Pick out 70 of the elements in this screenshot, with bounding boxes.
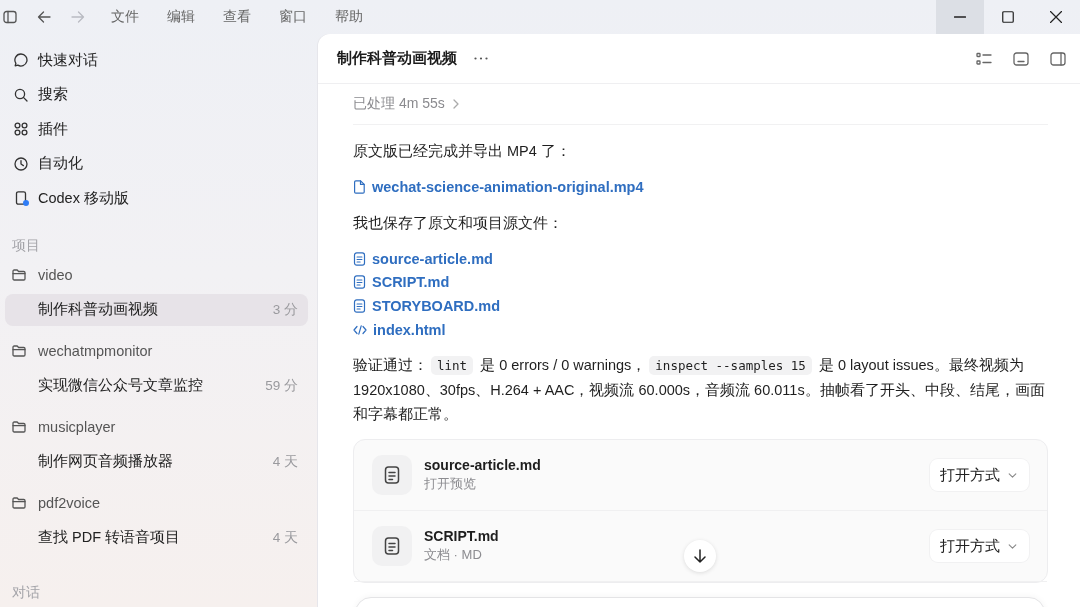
menu-item[interactable]: 帮助 <box>321 3 377 31</box>
chevron-down-icon <box>1008 472 1017 478</box>
checklist-icon[interactable] <box>976 51 992 66</box>
code-icon <box>353 324 367 335</box>
thread-item[interactable]: 查找 PDF 转语音项目 4 天 <box>5 521 308 554</box>
document-icon <box>353 298 366 313</box>
document-icon <box>372 526 412 567</box>
thread-time: 4 天 <box>272 528 298 547</box>
file-name: SCRIPT.md <box>424 528 499 545</box>
grid-dots-icon <box>14 122 28 137</box>
sidebar-item[interactable]: 插件 <box>0 112 312 147</box>
maximize-icon <box>1002 11 1014 23</box>
sidebar-item[interactable]: Codex 移动版 <box>0 181 312 216</box>
folder-icon <box>12 496 26 510</box>
chevron-down-icon <box>1008 543 1017 549</box>
section-heading: 项目 <box>11 236 41 255</box>
thread-time: 3 分 <box>272 300 298 319</box>
thread-time: 4 天 <box>272 452 298 471</box>
thread-item[interactable]: 实现微信公众号文章监控 59 分 <box>5 369 308 402</box>
close-icon <box>1050 11 1062 23</box>
project-folder[interactable]: video <box>0 257 73 293</box>
open-with-button[interactable]: 打开方式 <box>930 530 1029 563</box>
project-folder[interactable]: pdf2voice <box>0 485 101 521</box>
message-paragraph: 我也保存了原文和项目源文件： <box>353 213 564 233</box>
file-link[interactable]: STORYBOARD.md <box>353 294 501 318</box>
document-icon <box>353 251 366 266</box>
chat-bubble-icon <box>14 53 28 68</box>
folder-icon <box>12 344 26 358</box>
thread-title: 制作科普动画视频 <box>337 49 457 68</box>
menu-item[interactable]: 查看 <box>209 3 265 31</box>
open-with-button[interactable]: 打开方式 <box>930 459 1029 492</box>
file-link[interactable]: wechat-science-animation-original.mp4 <box>353 175 644 199</box>
more-icon[interactable] <box>474 57 488 60</box>
arrow-right-icon <box>71 10 85 24</box>
file-link[interactable]: SCRIPT.md <box>353 270 450 295</box>
side-panel-icon[interactable] <box>1050 51 1066 66</box>
menu-item[interactable]: 编辑 <box>153 3 209 31</box>
message-paragraph: 验证通过： lint 是 0 errors / 0 warnings， inspect --samples 15 是 0 layout issues。最终视频为 1920x1080、30fps、H.264 + AAC，视频流 60.000s，音频流 60.011s。抽帧看了开头、中段、结尾，画面和字幕都正常。 <box>353 355 1046 425</box>
section-heading: 对话 <box>11 583 41 602</box>
folder-icon <box>12 268 26 282</box>
sidebar-item[interactable]: 快速对话 <box>0 43 312 78</box>
sidebar-item[interactable]: 自动化 <box>0 146 312 181</box>
folder-icon <box>12 420 26 434</box>
thread-item[interactable]: 制作网页音频播放器 4 天 <box>5 445 308 478</box>
message-paragraph: 原文版已经完成并导出 MP4 了： <box>353 142 572 161</box>
processed-toggle[interactable]: 已处理 4m 55s <box>353 95 445 113</box>
document-icon <box>372 455 412 496</box>
file-link[interactable]: index.html <box>353 317 446 342</box>
chevron-right-icon <box>452 99 459 109</box>
file-name: source-article.md <box>424 457 541 474</box>
file-detail: 打开预览 <box>424 475 476 494</box>
phone-icon <box>14 191 28 206</box>
project-folder[interactable]: musicplayer <box>0 409 116 445</box>
minimize-icon <box>954 16 966 18</box>
clock-icon <box>14 156 28 171</box>
sidebar-toggle-icon[interactable] <box>3 10 17 24</box>
file-link[interactable]: source-article.md <box>353 246 493 271</box>
file-icon <box>353 179 366 194</box>
bottom-panel-icon[interactable] <box>1013 51 1029 66</box>
arrow-down-icon <box>694 549 706 563</box>
document-icon <box>353 275 366 290</box>
file-detail: 文档 · MD <box>424 546 482 565</box>
menu-item[interactable]: 窗口 <box>265 3 321 31</box>
thread-item[interactable]: 制作科普动画视频 3 分 <box>5 293 308 326</box>
thread-time: 59 分 <box>265 376 298 395</box>
search-icon <box>14 87 28 102</box>
sidebar-item[interactable]: 搜索 <box>0 77 312 112</box>
project-folder[interactable]: wechatmpmonitor <box>0 333 153 369</box>
arrow-left-icon <box>37 10 51 24</box>
menu-item[interactable]: 文件 <box>97 3 153 31</box>
